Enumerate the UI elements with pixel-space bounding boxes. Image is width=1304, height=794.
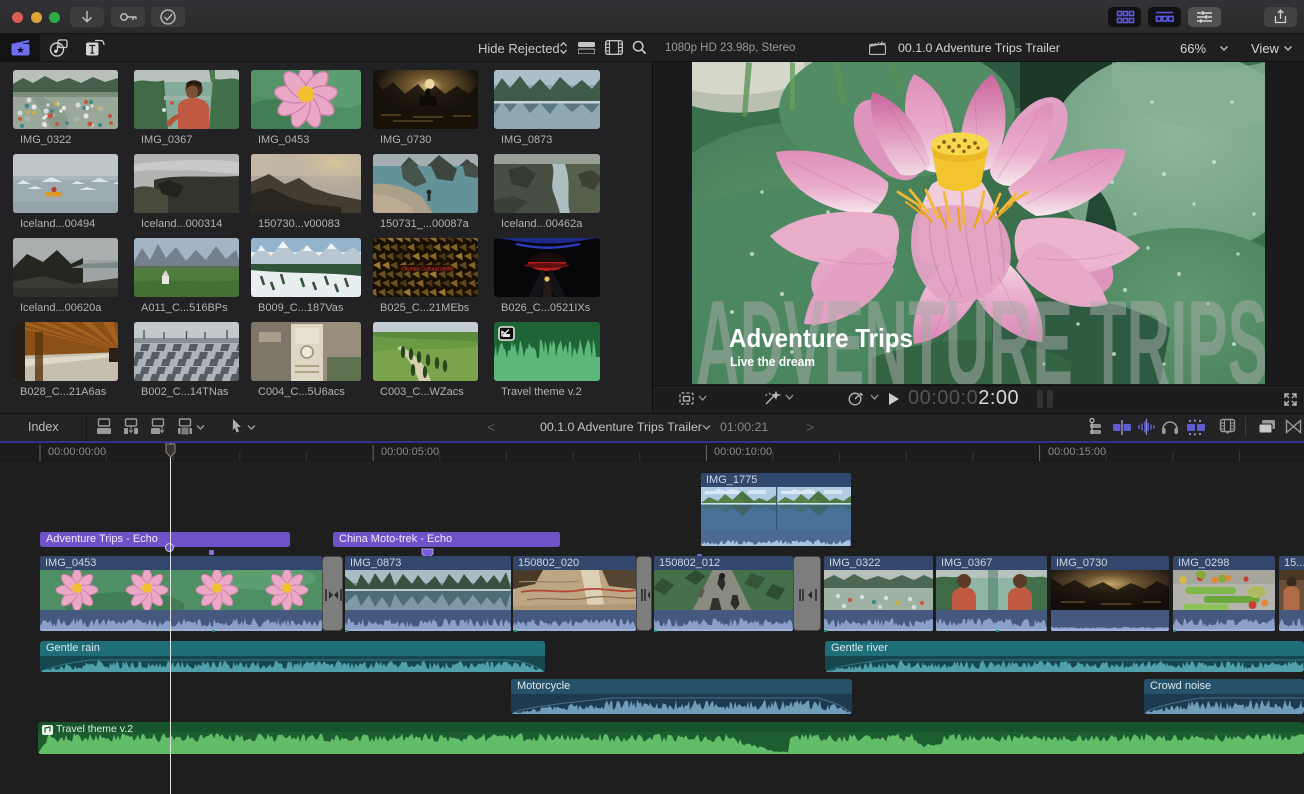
- svg-text:Live the dream: Live the dream: [730, 354, 815, 369]
- svg-text:Olympic Cultural center: Olympic Cultural center: [402, 267, 454, 273]
- svg-text:Adventure Trips: Adventure Trips: [729, 323, 913, 353]
